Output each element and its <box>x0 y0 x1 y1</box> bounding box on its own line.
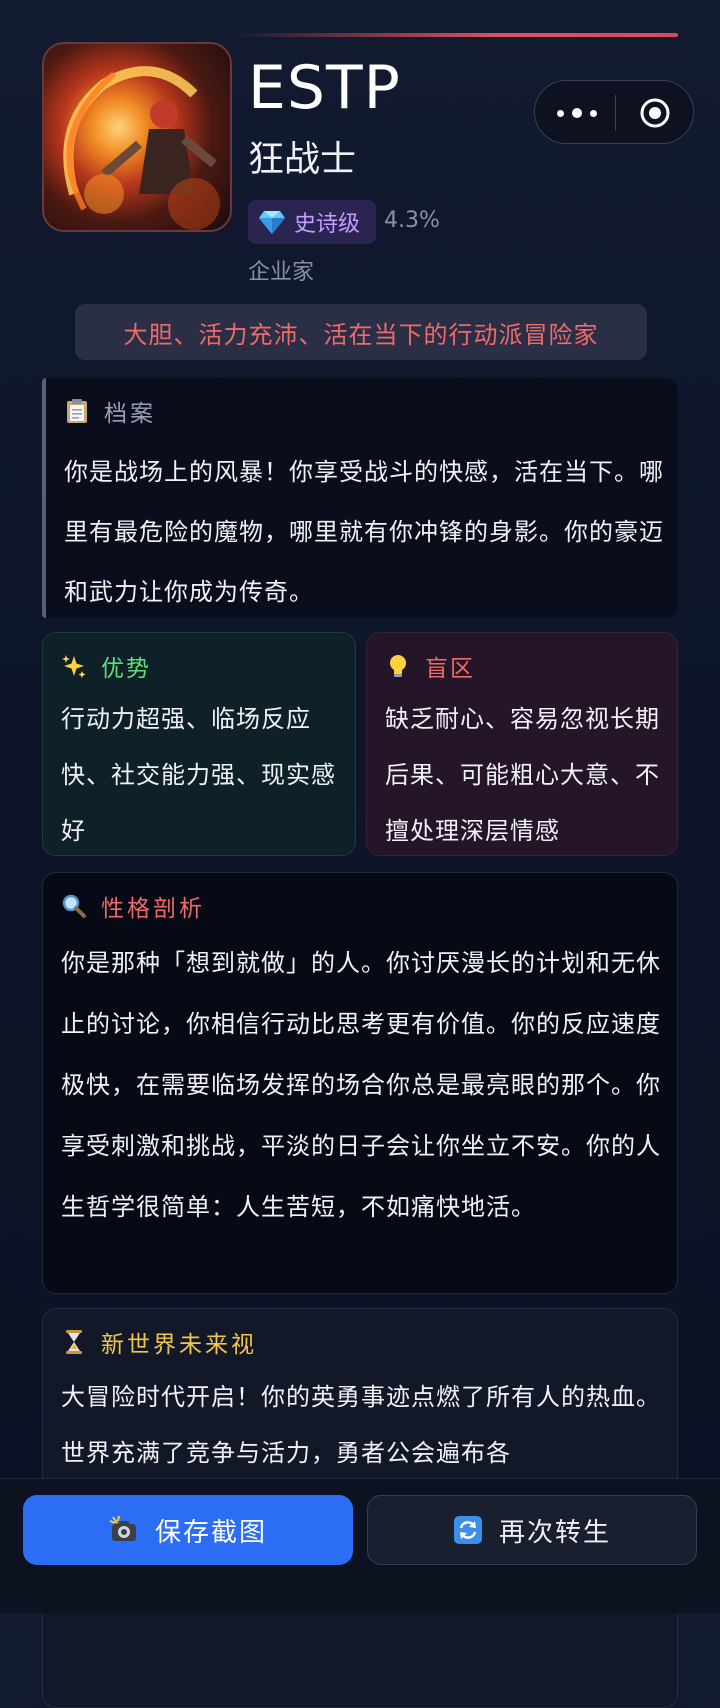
bottom-action-bar: 保存截图 再次转生 <box>0 1478 720 1613</box>
strengths-header: 优势 <box>61 649 151 683</box>
future-header: 新世界未来视 <box>61 1325 257 1359</box>
analysis-card: 性格剖析 你是那种「想到就做」的人。你讨厌漫长的计划和无休止的讨论，你相信行动比… <box>42 872 678 1294</box>
hourglass-icon <box>66 1330 82 1354</box>
clipboard-icon <box>67 399 87 423</box>
save-screenshot-button[interactable]: 保存截图 <box>23 1495 353 1565</box>
analysis-header: 性格剖析 <box>61 889 205 923</box>
future-text: 大冒险时代开启！你的英勇事迹点燃了所有人的热血。世界充满了竞争与活力，勇者公会遍… <box>61 1383 661 1467</box>
blindspots-card: 盲区 缺乏耐心、容易忽视长期后果、可能粗心大意、不擅处理深层情感 <box>366 632 678 856</box>
future-title: 新世界未来视 <box>101 1332 257 1358</box>
rarity-label: 史诗级 <box>294 212 361 237</box>
again-button-label: 再次转生 <box>498 1517 611 1548</box>
class-name: 狂战士 <box>248 139 357 180</box>
personality-type-code: ESTP <box>248 53 401 123</box>
archive-card: 档案 你是战场上的风暴！你享受战斗的快感，活在当下。哪里有最危险的魔物，哪里就有… <box>42 378 678 618</box>
save-button-label: 保存截图 <box>154 1517 267 1548</box>
archive-title: 档案 <box>104 401 156 427</box>
blindspots-title: 盲区 <box>425 656 475 682</box>
analysis-text: 你是那种「想到就做」的人。你讨厌漫长的计划和无休止的讨论，你相信行动比思考更有价… <box>61 949 661 1221</box>
blindspots-header: 盲区 <box>385 649 475 683</box>
camera-flash-icon <box>109 1515 136 1541</box>
tagline-banner: 大胆、活力充沛、活在当下的行动派冒险家 <box>75 304 647 360</box>
refresh-arrows-icon <box>453 1516 482 1544</box>
diamond-gem-icon <box>259 211 285 234</box>
analysis-title: 性格剖析 <box>101 896 205 922</box>
lightbulb-icon <box>390 655 406 677</box>
strengths-card: 优势 行动力超强、临场反应快、社交能力强、现实感好 <box>42 632 356 856</box>
target-circle-icon[interactable] <box>639 97 671 129</box>
capsule-divider <box>615 95 616 131</box>
rarity-badge: 史诗级 <box>248 200 376 244</box>
blindspots-text: 缺乏耐心、容易忽视长期后果、可能粗心大意、不擅处理深层情感 <box>385 705 660 845</box>
sparkles-icon <box>62 655 86 678</box>
rarity-percent: 4.3% <box>384 208 440 233</box>
top-accent-line <box>230 33 678 37</box>
more-dots-icon[interactable] <box>557 99 597 127</box>
reincarnate-again-button[interactable]: 再次转生 <box>367 1495 697 1565</box>
strengths-text: 行动力超强、临场反应快、社交能力强、现实感好 <box>61 705 336 845</box>
strengths-title: 优势 <box>101 656 151 682</box>
magnifier-icon <box>62 894 86 918</box>
archive-header: 档案 <box>64 394 156 428</box>
role-label: 企业家 <box>248 260 315 285</box>
miniprogram-capsule <box>534 80 694 144</box>
archive-text: 你是战场上的风暴！你享受战斗的快感，活在当下。哪里有最危险的魔物，哪里就有你冲锋… <box>64 458 664 606</box>
character-avatar <box>42 42 232 232</box>
